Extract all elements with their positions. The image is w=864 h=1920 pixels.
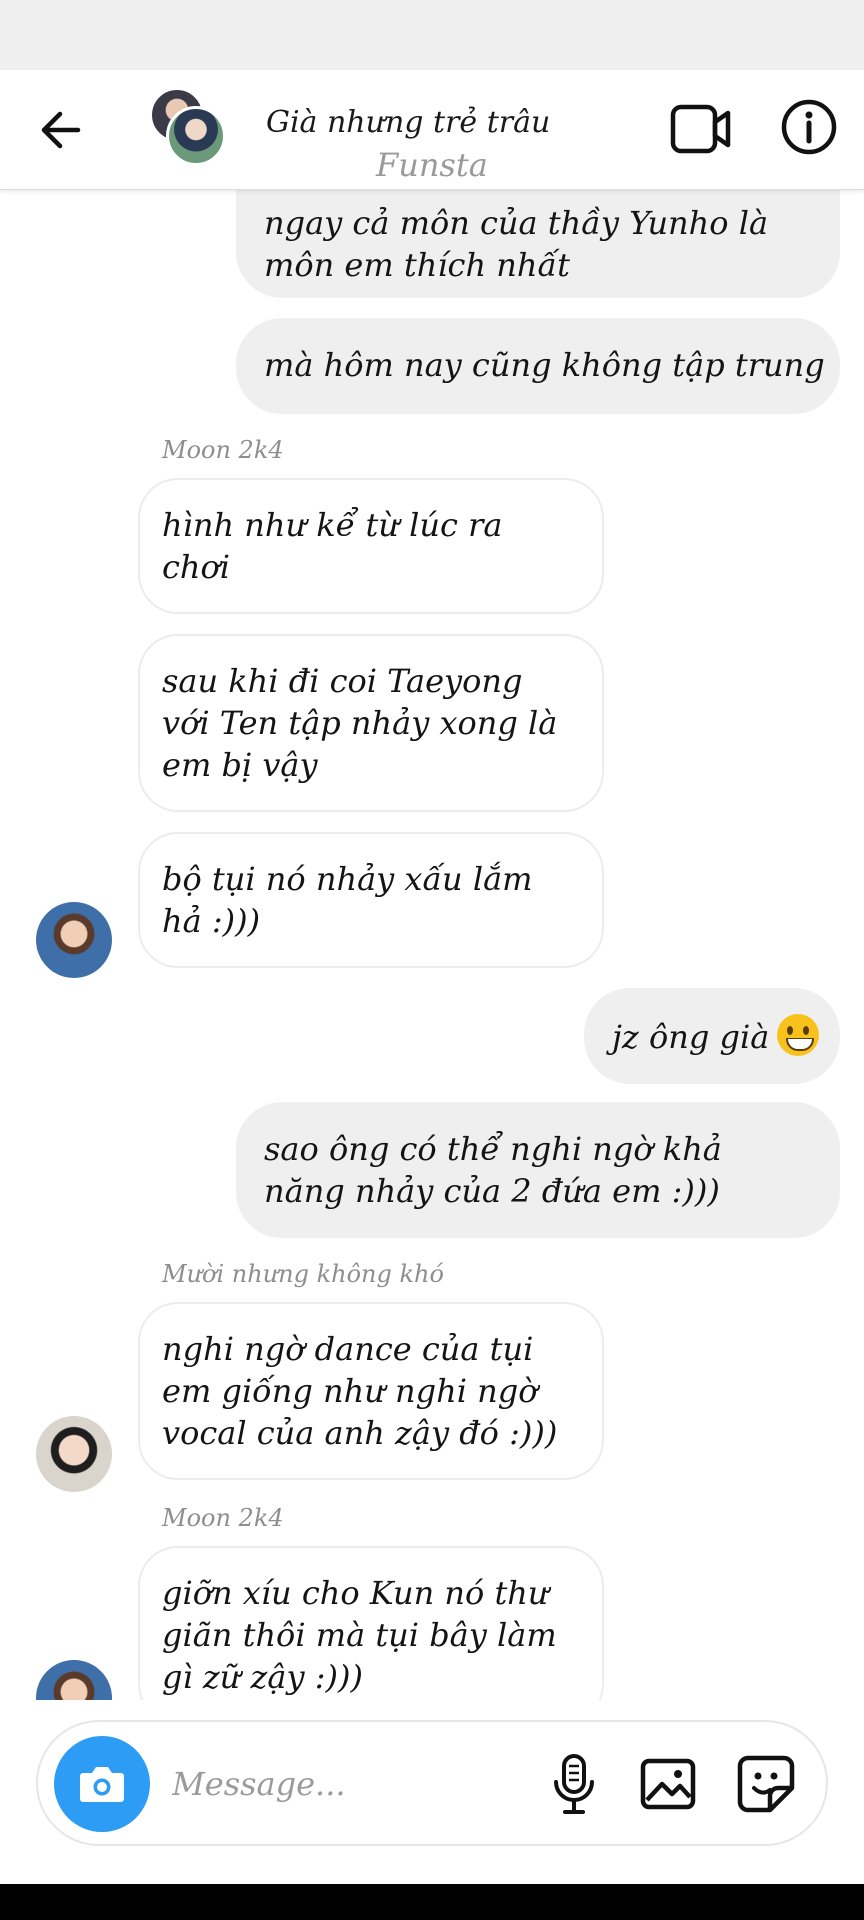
gallery-button[interactable] [638, 1754, 698, 1814]
message-input[interactable] [172, 1754, 472, 1814]
message-bubble-incoming[interactable]: hình như kể từ lúc ra chơi [138, 478, 604, 614]
sticker-icon [737, 1755, 795, 1813]
voice-message-button[interactable] [544, 1752, 604, 1816]
avatar[interactable] [36, 1416, 112, 1492]
message-composer [36, 1720, 828, 1846]
arrow-left-icon [41, 111, 81, 149]
message-bubble-incoming[interactable]: bộ tụi nó nhảy xấu lắm hả :))) [138, 832, 604, 968]
grinning-face-emoji-icon [777, 1014, 820, 1056]
group-avatar[interactable] [148, 88, 228, 168]
info-button[interactable] [780, 98, 838, 156]
message-text: jz ông già [612, 1018, 770, 1056]
back-button[interactable] [30, 100, 90, 160]
chat-subtitle: Funsta [376, 146, 488, 184]
video-camera-icon [670, 104, 731, 154]
avatar[interactable] [36, 902, 112, 978]
message-bubble-outgoing[interactable]: jz ông già [584, 988, 840, 1084]
message-bubble-outgoing[interactable]: sao ông có thể nghi ngờ khả năng nhảy củ… [236, 1102, 840, 1238]
sender-name: Moon 2k4 [162, 1504, 284, 1532]
camera-button[interactable] [54, 1736, 150, 1832]
camera-icon [80, 1767, 124, 1802]
message-bubble-incoming[interactable]: nghi ngờ dance của tụi em giống như nghi… [138, 1302, 604, 1480]
image-icon [640, 1758, 696, 1810]
message-bubble-incoming[interactable]: sau khi đi coi Taeyong với Ten tập nhảy … [138, 634, 604, 812]
message-list[interactable]: ngay cả môn của thầy Yunho là môn em thí… [0, 190, 864, 1700]
chat-header: Già nhưng trẻ trâu Funsta [0, 70, 864, 190]
message-bubble-outgoing[interactable]: ngay cả môn của thầy Yunho là môn em thí… [236, 190, 840, 298]
message-bubble-outgoing[interactable]: mà hôm nay cũng không tập trung [236, 318, 840, 414]
sender-name: Moon 2k4 [162, 436, 284, 464]
system-navigation-bar [0, 1884, 864, 1920]
info-icon [781, 99, 837, 155]
sender-name: Mười nhưng không khó [162, 1260, 444, 1288]
avatar[interactable] [36, 1660, 112, 1700]
group-avatar-front [166, 106, 226, 166]
video-call-button[interactable] [670, 102, 732, 156]
sticker-button[interactable] [734, 1752, 798, 1816]
microphone-icon [554, 1754, 594, 1814]
message-bubble-incoming[interactable]: giỡn xíu cho Kun nó thư giãn thôi mà tụi… [138, 1546, 604, 1700]
status-bar [0, 0, 864, 70]
chat-title[interactable]: Già nhưng trẻ trâu [266, 105, 550, 140]
